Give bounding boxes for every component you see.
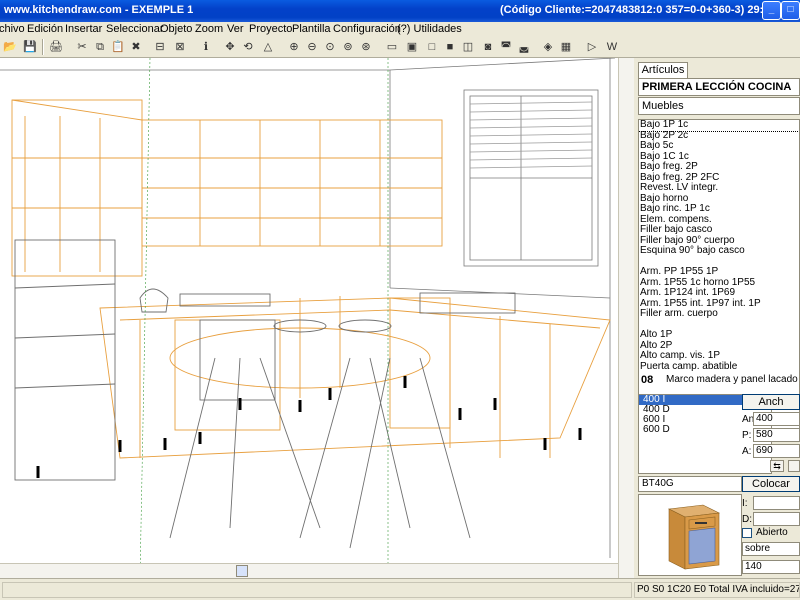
move-icon[interactable]: ✥ (222, 39, 238, 55)
scroll-thumb[interactable] (236, 565, 248, 577)
i-label: I: (742, 498, 748, 509)
catalog-item[interactable]: Filler arm. cuerpo (639, 308, 799, 320)
rotate-icon[interactable]: ⟲ (240, 39, 256, 55)
minimize-button[interactable]: _ (762, 1, 781, 20)
depth-label: P: (742, 430, 752, 441)
delete-icon[interactable]: ✖ (128, 39, 144, 55)
camera-2-icon[interactable]: ◚ (498, 39, 514, 55)
open-checkbox[interactable] (742, 528, 752, 538)
menu-archivo[interactable]: Archivo (0, 22, 25, 36)
height-input[interactable]: 690 (753, 444, 800, 458)
menu-configuracion[interactable]: Configuración (333, 22, 401, 36)
catalog-item[interactable]: Puerta camp. abatible (639, 361, 799, 373)
d-input[interactable] (753, 512, 800, 526)
word-icon[interactable]: W (604, 39, 620, 55)
catalog-item[interactable]: Arm. 1P124 int. 1P69 (639, 287, 799, 299)
open-icon[interactable]: 📂 (2, 39, 18, 55)
catalog-item[interactable]: Esquina 90° bajo casco (639, 245, 799, 257)
cabinet-preview-image (667, 504, 721, 570)
category-select[interactable]: Muebles (638, 97, 800, 115)
menu-seleccionar[interactable]: Seleccionar (106, 22, 163, 36)
menu-objeto[interactable]: Objeto (160, 22, 192, 36)
title-bar: www.kitchendraw.com - EXEMPLE 1 (Código … (0, 0, 800, 22)
cut-icon[interactable]: ✂ (74, 39, 90, 55)
zoom-window-icon[interactable]: ⊙ (322, 39, 338, 55)
catalog-item[interactable]: Bajo rinc. 1P 1c (639, 203, 799, 215)
perspective-icon[interactable]: ◫ (460, 39, 476, 55)
window-title: www.kitchendraw.com - EXEMPLE 1 (4, 4, 194, 16)
menu-bar: Archivo Edición Insertar Seleccionar Obj… (0, 22, 800, 36)
status-bar: P0 S0 1C20 E0 Total IVA incluido=27473 € (0, 578, 800, 600)
client-code: (Código Cliente:=2047483812:0 357=0-0+36… (500, 4, 776, 16)
zoom-previous-icon[interactable]: ⊛ (358, 39, 374, 55)
catalog-item[interactable]: Filler bajo casco (639, 224, 799, 236)
menu-proyecto[interactable]: Proyecto (249, 22, 292, 36)
print-icon[interactable]: 🖨 (48, 39, 64, 55)
catalog-item[interactable]: Arm. PP 1P55 1P (639, 266, 799, 278)
camera-1-icon[interactable]: ◙ (480, 39, 496, 55)
catalog-item[interactable]: Bajo 1P 1c (639, 120, 799, 132)
width-button[interactable]: Anch (742, 394, 800, 410)
menu-utilidades[interactable]: (?) Utilidades (397, 22, 462, 36)
swap-icon[interactable]: ⇆ (770, 460, 784, 472)
vertical-scrollbar[interactable] (618, 58, 634, 578)
place-button[interactable]: Colocar (742, 476, 800, 492)
settings-icon[interactable] (788, 460, 800, 472)
depth-input[interactable]: 580 (753, 428, 800, 442)
i-input[interactable] (753, 496, 800, 510)
kitchen-wireframe (0, 58, 616, 578)
position-height-field[interactable]: 140 (742, 560, 800, 574)
item-code: 08 (641, 374, 654, 386)
catalog-panel: Artículos PRIMERA LECCIÓN COCINA Muebles… (634, 58, 800, 578)
distribute-icon[interactable]: ⊠ (172, 39, 188, 55)
status-left (2, 582, 632, 598)
menu-zoom[interactable]: Zoom (195, 22, 223, 36)
play-icon[interactable]: ▷ (584, 39, 600, 55)
paste-icon[interactable]: 📋 (110, 39, 126, 55)
menu-insertar[interactable]: Insertar (65, 22, 102, 36)
menu-edicion[interactable]: Edición (27, 22, 63, 36)
variant-select[interactable]: BT40G (638, 476, 742, 492)
3d-view-canvas[interactable] (0, 58, 618, 578)
maximize-button[interactable]: □ (781, 1, 800, 20)
zoom-out-icon[interactable]: ⊖ (304, 39, 320, 55)
grid-icon[interactable]: ▦ (558, 39, 574, 55)
copy-icon[interactable]: ⧉ (92, 39, 108, 55)
item-header: 08 Marco madera y panel lacado (638, 374, 800, 388)
tab-articulos[interactable]: Artículos (638, 62, 688, 78)
item-description: Marco madera y panel lacado (666, 374, 798, 385)
open-label: Abierto (756, 527, 788, 538)
side-select[interactable]: sobre (742, 542, 800, 556)
plan-view-icon[interactable]: ▭ (384, 39, 400, 55)
menu-ver[interactable]: Ver (227, 22, 244, 36)
width-input[interactable]: 400 (753, 412, 800, 426)
d-label: D: (742, 514, 752, 525)
toolbar-separator (42, 39, 44, 55)
catalog-item[interactable]: Alto 1P (639, 329, 799, 341)
save-icon[interactable]: 💾 (22, 39, 38, 55)
elevation-icon[interactable]: ▣ (404, 39, 420, 55)
wireframe-icon[interactable]: □ (424, 39, 440, 55)
catalog-item[interactable]: Revest. LV integr. (639, 182, 799, 194)
horizontal-scrollbar[interactable] (0, 563, 618, 578)
flip-icon[interactable]: △ (260, 39, 276, 55)
solid-icon[interactable]: ■ (442, 39, 458, 55)
render-icon[interactable]: ◈ (540, 39, 556, 55)
cabinet-preview (638, 494, 742, 576)
align-icon[interactable]: ⊟ (152, 39, 168, 55)
zoom-in-icon[interactable]: ⊕ (286, 39, 302, 55)
zoom-all-icon[interactable]: ⊚ (340, 39, 356, 55)
info-icon[interactable]: ℹ (198, 39, 214, 55)
toolbar: 📂 💾 🖨 ✂ ⧉ 📋 ✖ ⊟ ⊠ ℹ ✥ ⟲ △ ⊕ ⊖ ⊙ ⊚ ⊛ ▭ ▣ … (0, 36, 800, 58)
catalog-item[interactable]: Bajo 5c (639, 140, 799, 152)
menu-plantilla[interactable]: Plantilla (292, 22, 331, 36)
height-label: A: (742, 446, 752, 457)
catalog-item[interactable]: Bajo freg. 2P (639, 161, 799, 173)
status-total: P0 S0 1C20 E0 Total IVA incluido=27473 € (634, 582, 800, 598)
camera-3-icon[interactable]: ◛ (516, 39, 532, 55)
catalog-item[interactable]: Alto camp. vis. 1P (639, 350, 799, 362)
catalog-title: PRIMERA LECCIÓN COCINA (638, 78, 800, 96)
